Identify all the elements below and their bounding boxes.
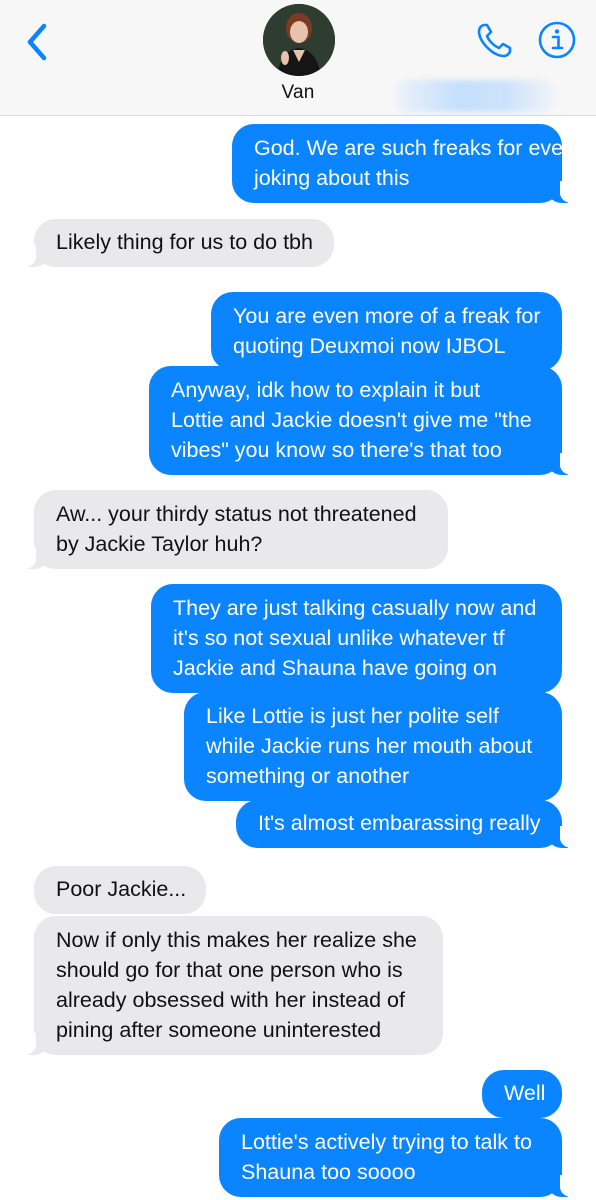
chevron-left-icon xyxy=(27,23,47,61)
message-text: joking about this xyxy=(254,166,410,190)
avatar[interactable] xyxy=(263,4,335,76)
message-text: God. We are such freaks for even xyxy=(254,136,576,160)
message-text: Aw... your thirdy status not threatened xyxy=(56,502,417,526)
message-text: Jackie and Shauna have going on xyxy=(173,656,497,680)
message-bubble-received[interactable]: Poor Jackie... xyxy=(34,866,206,914)
info-button[interactable] xyxy=(537,20,577,60)
info-icon xyxy=(538,21,576,59)
conversation-header: Van xyxy=(0,0,596,116)
message-bubble-received[interactable]: Likely thing for us to do tbh xyxy=(20,219,334,267)
phone-icon xyxy=(477,23,512,58)
message-text: should go for that one person who is xyxy=(56,958,403,982)
call-button[interactable] xyxy=(475,20,515,60)
message-text: something or another xyxy=(206,764,410,788)
message-bubble-sent[interactable]: Anyway, idk how to explain it but Lottie… xyxy=(149,366,576,475)
message-text: already obsessed with her instead of xyxy=(56,988,405,1012)
message-text: Shauna too soooo xyxy=(241,1160,416,1184)
message-text: They are just talking casually now and xyxy=(173,596,537,620)
message-text: Like Lottie is just her polite self xyxy=(206,704,499,728)
message-text: Poor Jackie... xyxy=(56,877,187,901)
message-bubble-received[interactable]: Now if only this makes her realize she s… xyxy=(20,916,443,1055)
message-text: quoting Deuxmoi now IJBOL xyxy=(233,334,506,358)
message-text: it's so not sexual unlike whatever tf xyxy=(173,626,505,650)
message-text: Lottie and Jackie doesn't give me "the xyxy=(171,408,532,432)
message-text: It's almost embarassing really xyxy=(258,811,541,835)
message-bubble-received[interactable]: Aw... your thirdy status not threatened … xyxy=(20,490,448,569)
message-text: You are even more of a freak for xyxy=(233,304,541,328)
message-bubble-sent[interactable]: It's almost embarassing really xyxy=(236,800,576,848)
redacted-blur xyxy=(395,80,555,112)
message-text: by Jackie Taylor huh? xyxy=(56,532,263,556)
back-button[interactable] xyxy=(20,20,54,64)
message-text: vibes" you know so there's that too xyxy=(171,438,502,462)
message-text: pining after someone uninterested xyxy=(56,1018,382,1042)
message-text: Well xyxy=(504,1081,546,1105)
message-text: Now if only this makes her realize she xyxy=(56,928,417,952)
message-bubble-sent[interactable]: Well xyxy=(482,1070,562,1118)
message-bubble-sent[interactable]: Lottie's actively trying to talk to Shau… xyxy=(219,1118,576,1197)
message-text: Lottie's actively trying to talk to xyxy=(241,1130,532,1154)
message-bubble-sent[interactable]: You are even more of a freak for quoting… xyxy=(211,292,562,371)
message-text: Anyway, idk how to explain it but xyxy=(171,378,481,402)
message-text: Likely thing for us to do tbh xyxy=(56,230,313,254)
message-bubble-sent[interactable]: Like Lottie is just her polite self whil… xyxy=(184,692,562,801)
message-bubble-sent[interactable]: They are just talking casually now and i… xyxy=(151,584,562,693)
message-text: while Jackie runs her mouth about xyxy=(206,734,533,758)
message-bubble-sent[interactable]: God. We are such freaks for even joking … xyxy=(232,124,576,203)
